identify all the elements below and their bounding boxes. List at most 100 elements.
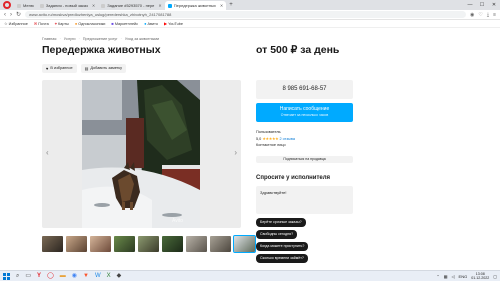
listing-page: Главная · Услуги · Предложение услуг · Уход… [0,28,500,270]
back-icon[interactable]: ‹ [4,12,6,18]
search-icon[interactable]: ⌕ [16,271,19,282]
windows-start-icon[interactable] [3,272,10,280]
avito-icon: ● [144,21,147,26]
camera-icon[interactable]: ◉ [470,12,474,18]
subscribe-button[interactable]: Подписаться на продавца [256,156,353,163]
thumbnail[interactable] [186,236,207,252]
download-icon[interactable]: ⤓ [487,12,489,18]
bookmark-item[interactable]: ✉ Почта [34,21,49,26]
breadcrumb-link[interactable]: Главная [42,37,56,41]
youtube-icon: ▶ [163,21,168,26]
chrome-icon[interactable]: ◉ [72,271,77,282]
thumbnail[interactable] [90,236,111,252]
breadcrumb-link[interactable]: Предложение услуг [83,37,118,41]
mail-icon: ✉ [33,21,38,26]
bookmark-item[interactable]: ▶ YouTube [164,21,183,26]
response-time-label: Отвечает за несколько часов [280,113,329,117]
breadcrumb-link[interactable]: Услуги [64,37,76,41]
file-explorer-icon[interactable]: ▬ [60,271,66,282]
breadcrumb-link[interactable]: Уход за животными [125,37,159,41]
volume-icon[interactable]: ◁ [451,274,454,279]
tab-favicon-icon [101,3,106,8]
opera-logo-icon[interactable] [3,1,11,9]
rating-stars-icon: ★★★★★ [262,137,279,142]
gallery-prev-icon[interactable]: ‹ [46,148,49,157]
notifications-icon[interactable]: ▢ [493,274,497,279]
breadcrumb-separator: · [120,37,122,41]
breadcrumb-separator: · [59,37,61,41]
note-icon: ▤ [84,66,89,71]
rating-value: 5,0 [256,137,262,142]
word-icon[interactable]: W [95,271,101,282]
new-tab-button[interactable]: + [226,1,236,10]
quick-questions: Берёте срочные заказы? Свободны сегодня?… [256,218,309,263]
main-photo: Avito [82,80,200,228]
close-window-icon[interactable]: ✕ [488,0,500,10]
quick-question-chip[interactable]: Берёте срочные заказы? [256,218,306,227]
listing-actions: ♥ В избранное ▤ Добавить заметку [42,64,127,73]
write-message-button[interactable]: Написать сообщение Отвечает за несколько… [256,103,353,122]
clock[interactable]: 13:08 01.12.2022 [471,272,489,281]
tab-close-icon[interactable]: ✕ [92,1,95,10]
minimize-icon[interactable]: — [464,0,476,10]
bookmark-item[interactable]: ● Авито [144,21,158,26]
app-icon[interactable]: ◆ [117,271,122,282]
brave-icon[interactable]: ▼ [83,271,89,282]
tab-task-5293570[interactable]: Задание #5293570 - пере ✕ [98,1,165,10]
tab-task-new[interactable]: Задания - новый заказ ✕ [37,1,98,10]
thumbnail[interactable] [138,236,159,252]
clock-date: 01.12.2022 [471,276,490,280]
system-tray: ⌃ ▦ ◁ ENG 13:08 01.12.2022 ▢ [436,272,497,281]
thumbnail[interactable] [66,236,87,252]
add-note-button[interactable]: ▤ Добавить заметку [80,64,127,73]
bookmark-item[interactable]: ⌖ Карты [55,21,69,26]
url-input[interactable]: www.avito.ru/moskva/predlozheniya_uslug/… [25,11,466,18]
tab-close-icon[interactable]: ✕ [158,1,161,10]
address-bar-tools: ◉ ♡ ⤓ ≡ [470,12,496,18]
watermark-text: Avito [172,218,183,224]
tab-menu[interactable]: Меню [14,1,37,10]
bookmark-item[interactable]: ● Одноклассники [75,21,106,26]
favorite-button[interactable]: ♥ В избранное [42,64,77,73]
ask-input[interactable]: Здравствуйте! [256,186,353,214]
task-view-icon[interactable]: ▭ [25,271,31,282]
reload-icon[interactable]: ↻ [16,11,21,18]
page-title: Передержка животных [42,44,161,56]
breadcrumb: Главная · Услуги · Предложение услуг · Уход… [42,37,160,41]
thumbnail[interactable] [42,236,63,252]
bookmark-item[interactable]: ■ Маркетплейс [111,21,138,26]
language-indicator[interactable]: ENG [459,274,468,279]
seller-contact: Контактное лицо [256,143,286,148]
quick-question-chip[interactable]: Когда можете приступить? [256,242,309,251]
windows-taskbar: ⌕ ▭ Y ◯ ▬ ◉ ▼ W X ◆ ⌃ ▦ ◁ ENG 13:08 01.1… [0,270,500,281]
heart-icon: ♥ [46,66,49,71]
heart-icon[interactable]: ♡ [478,12,482,18]
bookmark-item[interactable]: ☆ Избранное [4,21,28,26]
forward-icon[interactable]: › [10,12,12,18]
menu-icon[interactable]: ≡ [493,12,496,18]
thumbnail[interactable] [114,236,135,252]
phone-button[interactable]: 8 985 691-68-57 [256,80,353,99]
yandex-icon[interactable]: Y [37,271,41,282]
photo-gallery[interactable]: Avito ‹ › [42,80,241,228]
thumbnail[interactable] [210,236,231,252]
breadcrumb-separator: · [78,37,80,41]
maximize-icon[interactable]: ☐ [476,0,488,10]
tray-up-icon[interactable]: ⌃ [436,274,439,279]
quick-question-chip[interactable]: Сколько времени займёт? [256,254,308,263]
thumbnail-active[interactable] [233,235,256,253]
seller-rating-row: 5,0 ★★★★★ 2 отзыва [256,136,295,141]
excel-icon[interactable]: X [107,271,111,282]
reviews-link[interactable]: 2 отзыва [279,137,295,141]
browser-tabbar: Меню Задания - новый заказ ✕ Задание #529… [0,0,500,10]
opera-icon[interactable]: ◯ [47,271,54,282]
network-icon[interactable]: ▦ [444,274,448,279]
star-icon: ☆ [4,21,8,26]
tab-close-icon[interactable]: ✕ [220,1,223,10]
thumbnail[interactable] [162,236,183,252]
quick-question-chip[interactable]: Свободны сегодня? [256,230,298,239]
tab-favicon-icon [17,3,21,8]
tab-favicon-icon [39,3,44,8]
tab-listing[interactable]: Передержка животных ✕ [164,1,227,10]
gallery-next-icon[interactable]: › [234,148,237,157]
